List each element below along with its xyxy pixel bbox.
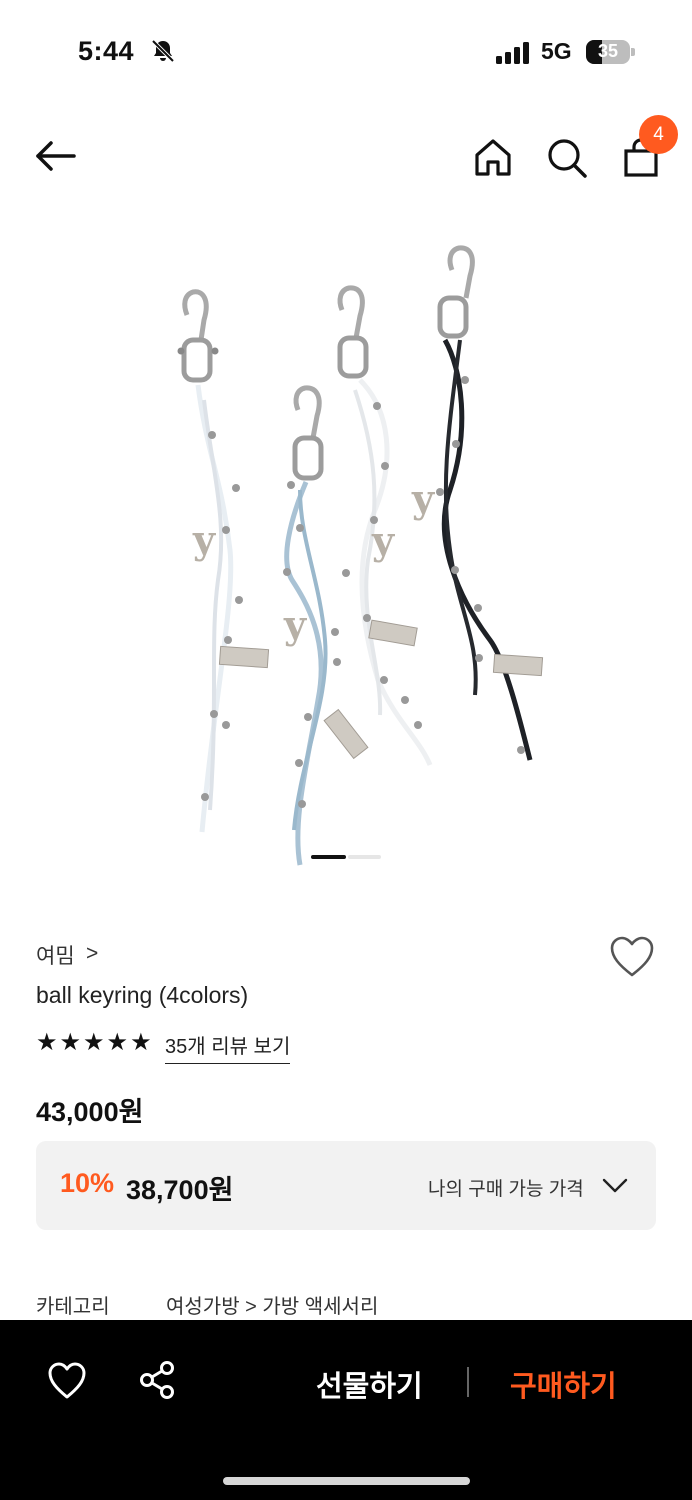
chevron-down-icon [602,1178,628,1193]
signal-icon [496,42,529,64]
star-icon: ★ [130,1029,152,1056]
chevron-right-icon: > [86,942,99,965]
search-button[interactable] [543,134,591,182]
heart-icon[interactable] [47,1362,87,1400]
gift-button[interactable]: 선물하기 [316,1363,423,1405]
keyring-black: y [411,245,544,761]
original-price: 43,000원 [36,1097,144,1127]
status-bar: 5:44 5G 35 [0,0,692,100]
bottom-action-bar: 선물하기 구매하기 [0,1320,692,1500]
category-label: 카테고리 [36,1296,110,1318]
top-nav [0,110,692,200]
rating-stars: ★ ★ ★ ★ ★ [36,1030,152,1056]
bell-off-icon [151,39,175,63]
status-time: 5:44 [78,36,135,66]
arrow-left-icon [36,141,76,171]
reviews-link[interactable]: 35개 리뷰 보기 [165,1030,291,1064]
product-title: ball keyring (4colors) [36,982,249,1008]
svg-text:y: y [371,518,395,563]
sale-price: 38,700원 [126,1175,234,1205]
my-price-label: 나의 구매 가능 가격 [428,1179,584,1200]
network-label: 5G [541,38,572,64]
keyring-blue: y [283,385,369,866]
star-icon: ★ [36,1029,58,1056]
search-icon [548,139,587,178]
keyring-white-2: y [337,285,433,766]
discount-rate: 10% [60,1168,115,1198]
svg-text:y: y [283,602,307,647]
share-icon[interactable] [138,1360,178,1400]
svg-text:y: y [192,517,216,562]
product-image[interactable]: y y y y [0,220,692,870]
brand-link[interactable]: 여밈 [36,940,75,970]
back-button[interactable] [32,132,80,180]
star-icon: ★ [59,1029,82,1056]
battery-icon: 35 [586,40,636,64]
carousel-indicator [311,855,381,859]
my-price-box[interactable]: 10% 38,700원 나의 구매 가능 가격 [36,1141,656,1230]
star-icon: ★ [106,1029,129,1056]
home-icon [475,139,511,176]
cart-count-badge: 4 [639,115,678,154]
star-icon: ★ [83,1029,105,1056]
home-indicator [223,1477,470,1485]
carousel-indicator-active [311,855,346,859]
buy-button[interactable]: 구매하기 [510,1363,617,1405]
carousel-indicator-track [348,855,381,859]
wishlist-heart-icon[interactable] [609,935,655,979]
svg-text:y: y [411,476,435,521]
category-breadcrumb[interactable]: 여성가방 > 가방 액세서리 [166,1290,378,1319]
home-button[interactable] [469,134,517,182]
battery-level: 35 [597,41,619,61]
keyring-white: y [177,289,270,833]
divider [467,1367,469,1397]
